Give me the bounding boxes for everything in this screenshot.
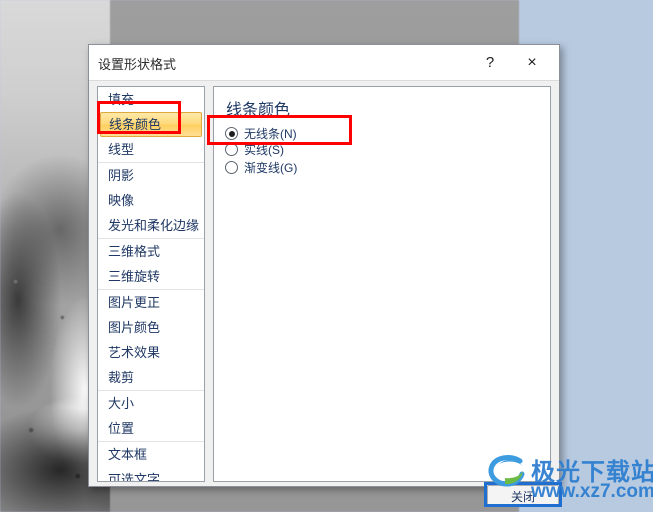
sidebar-group: 三维格式 三维旋转 — [98, 238, 204, 289]
sidebar-item-selected[interactable]: 线条颜色 — [100, 112, 202, 137]
close-button[interactable]: 关闭 — [487, 485, 559, 507]
sidebar-item[interactable]: 三维旋转 — [98, 264, 204, 289]
sidebar-item[interactable]: 填充 — [98, 87, 204, 112]
sidebar-item[interactable]: 文本框 — [98, 442, 204, 467]
radio-label: 无线条(N) — [244, 127, 297, 141]
radio-option-gradient-line[interactable]: 渐变线(G) — [225, 159, 297, 176]
sidebar-item[interactable]: 位置 — [98, 416, 204, 441]
sidebar-item[interactable]: 三维格式 — [98, 239, 204, 264]
radio-label: 渐变线(G) — [244, 161, 298, 175]
sidebar-item[interactable]: 大小 — [98, 391, 204, 416]
radio-option-no-line[interactable]: 无线条(N) — [225, 125, 297, 142]
sidebar-group: 填充 线条颜色 线型 — [98, 87, 204, 162]
category-sidebar[interactable]: 填充 线条颜色 线型 阴影 映像 发光和柔化边缘 三维格式 三维旋转 图片更正 图片颜色 艺术效果裁… — [97, 86, 205, 482]
dialog-titlebar: 设置形状格式 ? × — [89, 45, 559, 81]
dialog-title: 设置形状格式 — [98, 57, 177, 72]
help-icon[interactable]: ? — [477, 50, 503, 75]
sidebar-group: 阴影 映像 发光和柔化边缘 — [98, 162, 204, 238]
sidebar-item[interactable]: 发光和柔化边缘 — [98, 213, 204, 238]
radio-label: 实线(S) — [244, 143, 284, 157]
sidebar-item[interactable]: 阴影 — [98, 163, 204, 188]
sidebar-item[interactable]: 图片更正 — [98, 290, 204, 315]
format-shape-dialog: 设置形状格式 ? × 填充 线条颜色 线型 阴影 映像 发光和柔化边缘 三维格式 三维旋转 图片… — [88, 44, 560, 507]
sidebar-item[interactable]: 裁剪 — [98, 365, 204, 390]
sidebar-group: 图片更正 图片颜色 艺术效果 裁剪 — [98, 289, 204, 390]
close-icon[interactable]: × — [519, 50, 545, 75]
radio-icon — [225, 161, 238, 174]
panel-heading: 线条颜色 — [226, 102, 291, 119]
radio-option-solid-line[interactable]: 实线(S) — [225, 141, 284, 158]
sidebar-item[interactable]: 艺术效果 — [98, 340, 204, 365]
sidebar-item[interactable]: 映像 — [98, 188, 204, 213]
sidebar-item[interactable]: 可选文字 — [98, 467, 204, 481]
radio-icon — [225, 127, 238, 140]
sidebar-item[interactable]: 图片颜色 — [98, 315, 204, 340]
sidebar-group: 文本框 可选文字 — [98, 441, 204, 481]
sidebar-item[interactable]: 线型 — [98, 137, 204, 162]
sidebar-group: 大小 位置 — [98, 390, 204, 441]
radio-icon — [225, 143, 238, 156]
line-color-panel: 线条颜色 无线条(N) 实线(S) 渐变线(G) — [213, 86, 551, 482]
